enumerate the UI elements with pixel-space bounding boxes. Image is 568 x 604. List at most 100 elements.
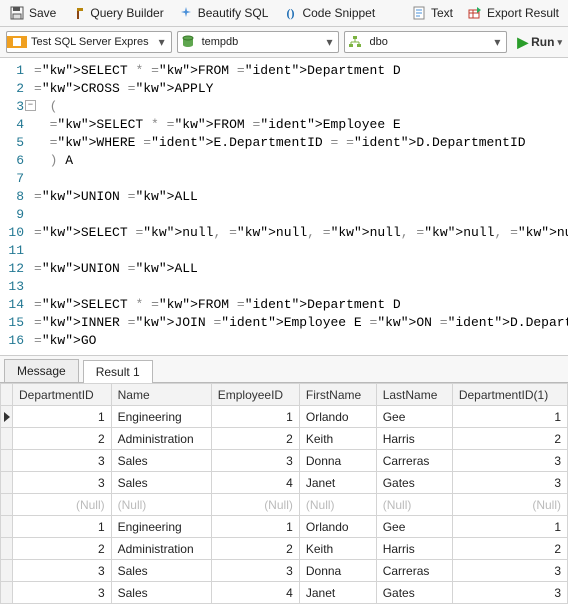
cell[interactable]: 2	[211, 428, 299, 450]
cell[interactable]: 2	[211, 538, 299, 560]
result-grid[interactable]: DepartmentIDNameEmployeeIDFirstNameLastN…	[0, 383, 568, 604]
cell[interactable]: Donna	[299, 560, 376, 582]
tab-message[interactable]: Message	[4, 359, 79, 382]
cell[interactable]: Sales	[111, 560, 211, 582]
code-line[interactable]: ="kw">CROSS ="kw">APPLY	[34, 80, 568, 98]
code-line[interactable]	[34, 242, 568, 260]
cell[interactable]: Sales	[111, 472, 211, 494]
cell[interactable]: 3	[452, 560, 567, 582]
cell[interactable]: Gates	[376, 582, 452, 604]
cell[interactable]: (Null)	[452, 494, 567, 516]
code-line[interactable]	[34, 278, 568, 296]
cell[interactable]: 3	[13, 450, 112, 472]
schema-dropdown[interactable]: dbo ▾	[344, 31, 507, 53]
cell[interactable]: Engineering	[111, 516, 211, 538]
cell[interactable]: 3	[452, 582, 567, 604]
cell[interactable]: Janet	[299, 472, 376, 494]
row-selector[interactable]	[1, 406, 13, 428]
table-row[interactable]: 3Sales3DonnaCarreras3	[1, 560, 568, 582]
cell[interactable]: (Null)	[376, 494, 452, 516]
column-header[interactable]: DepartmentID	[13, 384, 112, 406]
text-button[interactable]: Text	[408, 3, 456, 23]
connection-dropdown[interactable]: Test SQL Server Expres ▾	[6, 31, 172, 53]
column-header[interactable]: Name	[111, 384, 211, 406]
code-line[interactable]: ="kw">UNION ="kw">ALL	[34, 188, 568, 206]
table-row[interactable]: 3Sales4JanetGates3	[1, 472, 568, 494]
column-header[interactable]: FirstName	[299, 384, 376, 406]
cell[interactable]: Keith	[299, 538, 376, 560]
row-selector[interactable]	[1, 472, 13, 494]
export-button[interactable]: Export Result	[464, 3, 562, 23]
table-row[interactable]: 3Sales3DonnaCarreras3	[1, 450, 568, 472]
code-line[interactable]	[34, 206, 568, 224]
cell[interactable]: (Null)	[211, 494, 299, 516]
cell[interactable]: 3	[452, 472, 567, 494]
cell[interactable]: Administration	[111, 538, 211, 560]
cell[interactable]: 1	[452, 516, 567, 538]
row-selector[interactable]	[1, 428, 13, 450]
cell[interactable]: 4	[211, 582, 299, 604]
column-header[interactable]: EmployeeID	[211, 384, 299, 406]
cell[interactable]: 2	[452, 428, 567, 450]
code-line[interactable]: ="kw">SELECT * ="kw">FROM ="ident">Depar…	[34, 62, 568, 80]
column-header[interactable]: DepartmentID(1)	[452, 384, 567, 406]
cell[interactable]: Sales	[111, 450, 211, 472]
table-row[interactable]: 1Engineering1OrlandoGee1	[1, 516, 568, 538]
beautify-button[interactable]: Beautify SQL	[175, 3, 272, 23]
cell[interactable]: Administration	[111, 428, 211, 450]
cell[interactable]: 1	[452, 406, 567, 428]
cell[interactable]: Engineering	[111, 406, 211, 428]
row-selector[interactable]	[1, 582, 13, 604]
cell[interactable]: (Null)	[111, 494, 211, 516]
code-line[interactable]: ="kw">SELECT ="kw">null, ="kw">null, ="k…	[34, 224, 568, 242]
code-line[interactable]	[34, 170, 568, 188]
cell[interactable]: 4	[211, 472, 299, 494]
table-row[interactable]: 2Administration2KeithHarris2	[1, 538, 568, 560]
table-row[interactable]: 2Administration2KeithHarris2	[1, 428, 568, 450]
code-line[interactable]: ="kw">INNER ="kw">JOIN ="ident">Employee…	[34, 314, 568, 332]
code-line[interactable]: (	[34, 98, 568, 116]
cell[interactable]: 3	[13, 472, 112, 494]
cell[interactable]: Gee	[376, 406, 452, 428]
cell[interactable]: Harris	[376, 538, 452, 560]
run-button[interactable]: ▶ Run ▾	[517, 34, 562, 51]
cell[interactable]: 3	[13, 582, 112, 604]
cell[interactable]: Sales	[111, 582, 211, 604]
cell[interactable]: 2	[13, 538, 112, 560]
save-button[interactable]: Save	[6, 3, 59, 23]
table-row[interactable]: (Null)(Null)(Null)(Null)(Null)(Null)	[1, 494, 568, 516]
cell[interactable]: 3	[211, 560, 299, 582]
cell[interactable]: Orlando	[299, 406, 376, 428]
code-line[interactable]: ="kw">SELECT * ="kw">FROM ="ident">Emplo…	[34, 116, 568, 134]
cell[interactable]: 1	[13, 406, 112, 428]
cell[interactable]: 3	[452, 450, 567, 472]
code-line[interactable]: ="kw">WHERE ="ident">E.DepartmentID = ="…	[34, 134, 568, 152]
cell[interactable]: 1	[13, 516, 112, 538]
cell[interactable]: 2	[452, 538, 567, 560]
table-row[interactable]: 3Sales4JanetGates3	[1, 582, 568, 604]
cell[interactable]: Carreras	[376, 560, 452, 582]
sql-editor[interactable]: − 12345678910111213141516 ="kw">SELECT *…	[0, 58, 568, 356]
cell[interactable]: 3	[13, 560, 112, 582]
row-selector[interactable]	[1, 450, 13, 472]
cell[interactable]: Carreras	[376, 450, 452, 472]
code-line[interactable]: ) A	[34, 152, 568, 170]
cell[interactable]: Harris	[376, 428, 452, 450]
run-dropdown-icon[interactable]: ▾	[557, 37, 562, 48]
cell[interactable]: 1	[211, 516, 299, 538]
snippet-button[interactable]: () Code Snippet	[279, 3, 378, 23]
tab-result[interactable]: Result 1	[83, 360, 153, 383]
code-area[interactable]: ="kw">SELECT * ="kw">FROM ="ident">Depar…	[34, 62, 568, 351]
cell[interactable]: (Null)	[13, 494, 112, 516]
cell[interactable]: 1	[211, 406, 299, 428]
chevron-down-icon[interactable]: ▾	[488, 35, 506, 49]
cell[interactable]: 3	[211, 450, 299, 472]
chevron-down-icon[interactable]: ▾	[320, 35, 338, 49]
code-line[interactable]: ="kw">SELECT * ="kw">FROM ="ident">Depar…	[34, 296, 568, 314]
row-selector[interactable]	[1, 560, 13, 582]
cell[interactable]: Keith	[299, 428, 376, 450]
cell[interactable]: Gee	[376, 516, 452, 538]
column-header[interactable]: LastName	[376, 384, 452, 406]
chevron-down-icon[interactable]: ▾	[153, 35, 171, 49]
cell[interactable]: (Null)	[299, 494, 376, 516]
